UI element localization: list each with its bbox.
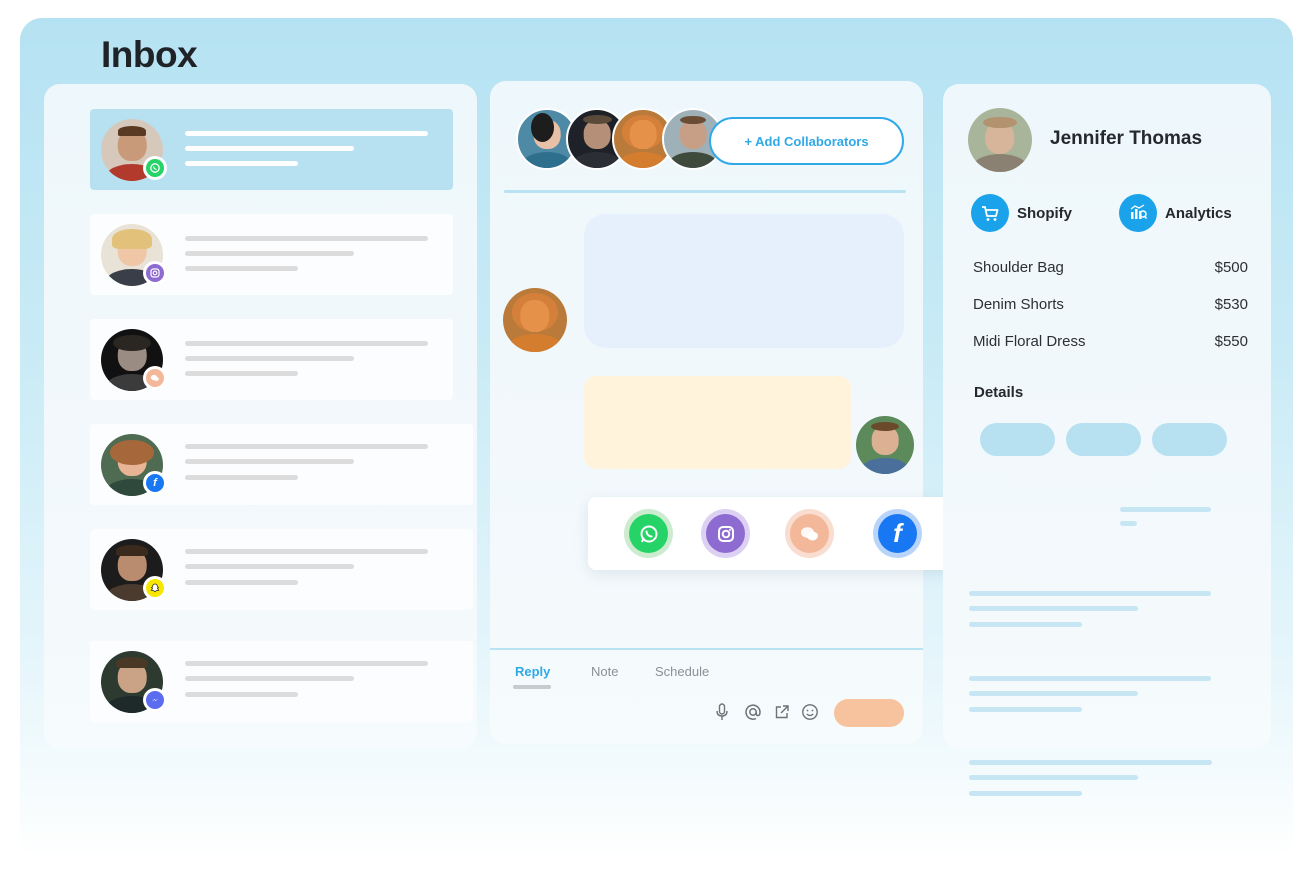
send-button[interactable] [834,699,904,727]
detail-line [969,591,1211,596]
order-price: $550 [1214,333,1248,350]
whatsapp-badge [143,156,167,180]
contact-avatar [503,288,567,352]
tab-schedule[interactable]: Schedule [655,664,709,679]
preview-line [185,146,354,151]
facebook-icon: f [146,474,164,492]
snapchat-icon [146,579,164,597]
detail-line [969,707,1082,712]
messenger-badge [143,688,167,712]
whatsapp-channel-button[interactable] [624,509,673,558]
profile-panel [943,84,1271,749]
wechat-channel-button[interactable] [785,509,834,558]
preview-line [185,236,428,241]
shopify-label: Shopify [1017,204,1072,222]
detail-line [969,775,1138,780]
preview-line [185,341,428,346]
conversation-item-3[interactable] [90,319,453,400]
active-tab-indicator [513,685,551,689]
detail-line [969,791,1082,796]
shopify-button[interactable]: Shopify [971,194,1072,232]
facebook-channel-button[interactable]: f [873,509,922,558]
conversation-item-1[interactable] [90,109,453,190]
preview-line [185,661,428,666]
tab-note[interactable]: Note [591,664,618,679]
details-heading: Details [974,384,1024,401]
order-item: Shoulder Bag [973,259,1064,276]
instagram-icon [706,514,745,553]
whatsapp-icon [629,514,668,553]
analytics-label: Analytics [1165,204,1232,222]
analytics-button[interactable]: Analytics [1119,194,1232,232]
instagram-icon [146,264,164,282]
order-item: Denim Shorts [973,296,1064,313]
outgoing-message-bubble [584,376,851,469]
order-price: $500 [1214,259,1248,276]
instagram-badge [143,261,167,285]
composer-divider [490,648,923,650]
add-collaborators-button[interactable]: + Add Collaborators [709,117,904,165]
order-row: Midi Floral Dress $550 [973,333,1248,350]
preview-line [185,131,428,136]
detail-tag[interactable] [1066,423,1141,456]
snapchat-badge [143,576,167,600]
preview-line [185,444,428,449]
preview-line [185,676,354,681]
wechat-badge [143,366,167,390]
detail-line [969,622,1082,627]
wechat-icon [790,514,829,553]
detail-tag[interactable] [980,423,1055,456]
emoji-icon[interactable] [800,702,820,722]
conversation-item-6[interactable] [90,641,473,722]
detail-line [1120,521,1137,526]
conversation-item-2[interactable] [90,214,453,295]
order-row: Shoulder Bag $500 [973,259,1248,276]
facebook-badge: f [143,471,167,495]
messenger-icon [146,691,164,709]
preview-line [185,475,298,480]
detail-line [969,691,1138,696]
at-icon[interactable] [743,702,763,722]
detail-line [1120,507,1211,512]
incoming-message-bubble [584,214,904,348]
preview-line [185,266,298,271]
preview-line [185,580,298,585]
order-row: Denim Shorts $530 [973,296,1248,313]
preview-line [185,356,354,361]
profile-avatar [968,108,1032,172]
chat-header-divider [504,190,906,193]
whatsapp-icon [146,159,164,177]
conversation-item-4[interactable]: f [90,424,473,505]
preview-line [185,251,354,256]
conversation-item-5[interactable] [90,529,473,610]
agent-avatar [856,416,914,474]
cart-icon [971,194,1009,232]
order-item: Midi Floral Dress [973,333,1086,350]
preview-line [185,564,354,569]
page-title: Inbox [101,34,198,75]
instagram-channel-button[interactable] [701,509,750,558]
detail-line [969,606,1138,611]
analytics-icon [1119,194,1157,232]
detail-tag[interactable] [1152,423,1227,456]
preview-line [185,459,354,464]
facebook-icon: f [878,514,917,553]
order-price: $530 [1214,296,1248,313]
profile-name: Jennifer Thomas [1050,128,1203,149]
wechat-icon [146,369,164,387]
preview-line [185,692,298,697]
share-icon[interactable] [772,702,792,722]
microphone-icon[interactable] [712,702,732,722]
detail-line [969,760,1212,765]
detail-line [969,676,1211,681]
preview-line [185,161,298,166]
preview-line [185,549,428,554]
preview-line [185,371,298,376]
tab-reply[interactable]: Reply [515,664,550,679]
